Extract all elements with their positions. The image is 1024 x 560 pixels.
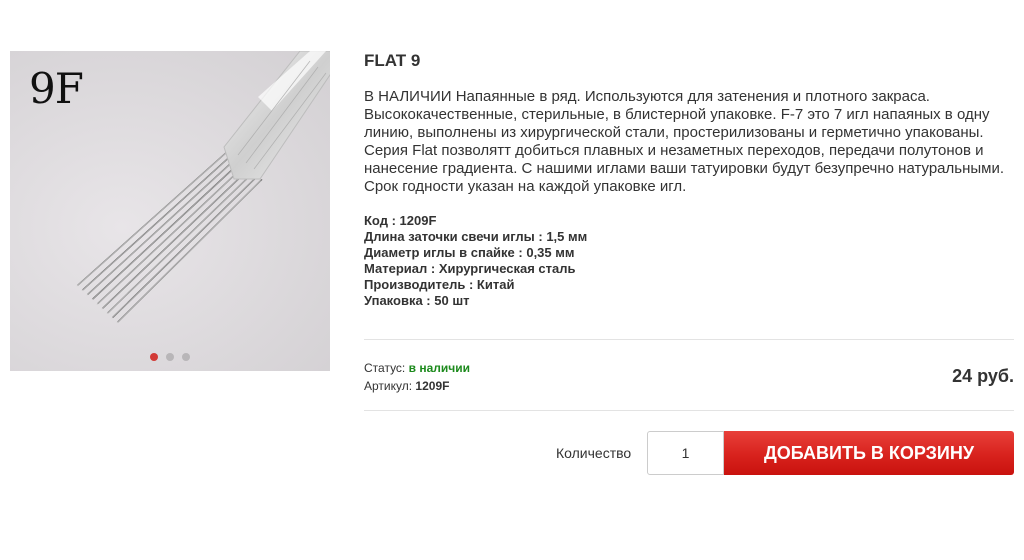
sku-label: Артикул: [364,379,413,393]
sku-row: Артикул: 1209F [364,377,470,395]
spec-value: 1209F [399,213,437,228]
gallery-dot-2[interactable] [166,353,174,361]
spec-label: Упаковка [364,293,423,308]
sku-value: 1209F [415,379,450,393]
product-specs: Код : 1209F Длина заточки свечи иглы : 1,… [364,213,1014,309]
divider [364,339,1014,340]
spec-separator: : [514,245,527,260]
spec-value: 1,5 мм [546,229,588,244]
spec-separator: : [534,229,547,244]
spec-separator: : [427,261,439,276]
gallery-pagination [10,353,330,361]
gallery-dot-3[interactable] [182,353,190,361]
spec-value: Хирургическая сталь [438,261,576,276]
spec-row: Код : 1209F [364,213,1014,229]
spec-row: Упаковка : 50 шт [364,293,1014,309]
spec-separator: : [387,213,400,228]
spec-separator: : [422,293,435,308]
spec-label: Код [364,213,388,228]
spec-row: Материал : Хирургическая сталь [364,261,1014,277]
product-info: FLAT 9 В НАЛИЧИИ Напаянные в ряд. Исполь… [364,51,1014,309]
spec-label: Производитель [364,277,466,292]
quantity-label: Количество [556,445,632,461]
product-image-gallery[interactable]: 9F [10,51,330,371]
spec-value: 0,35 мм [526,245,575,260]
spec-row: Диаметр иглы в спайке : 0,35 мм [364,245,1014,261]
spec-value: 50 шт [434,293,470,308]
product-meta: Статус: в наличии Артикул: 1209F [364,359,470,395]
quantity-input[interactable] [647,431,724,475]
add-to-cart-button[interactable]: ДОБАВИТЬ В КОРЗИНУ [724,431,1014,475]
spec-row: Производитель : Китай [364,277,1014,293]
needle-highlight [101,169,249,310]
spec-value: Китай [476,277,515,292]
product-title: FLAT 9 [364,51,421,70]
product-description: В НАЛИЧИИ Напаянные в ряд. Используются … [364,88,1005,195]
product-price: 24 руб. [952,366,1014,386]
divider [364,410,1014,411]
status-label: Статус: [364,361,406,375]
spec-separator: : [465,277,477,292]
status-row: Статус: в наличии [364,359,470,377]
needle-highlight [96,166,245,305]
spec-label: Материал [364,261,428,276]
spec-label: Длина заточки свечи иглы [364,229,535,244]
gallery-dot-1[interactable] [150,353,158,361]
product-page: 9F FLAT 9 В НАЛИЧИИ Напаянные в ряд. Исп… [0,0,1024,560]
needle-type-label: 9F [29,64,84,113]
status-badge: в наличии [408,361,470,375]
needle-highlight [91,162,240,301]
spec-row: Длина заточки свечи иглы : 1,5 мм [364,229,1014,245]
spec-label: Диаметр иглы в спайке [364,245,515,260]
